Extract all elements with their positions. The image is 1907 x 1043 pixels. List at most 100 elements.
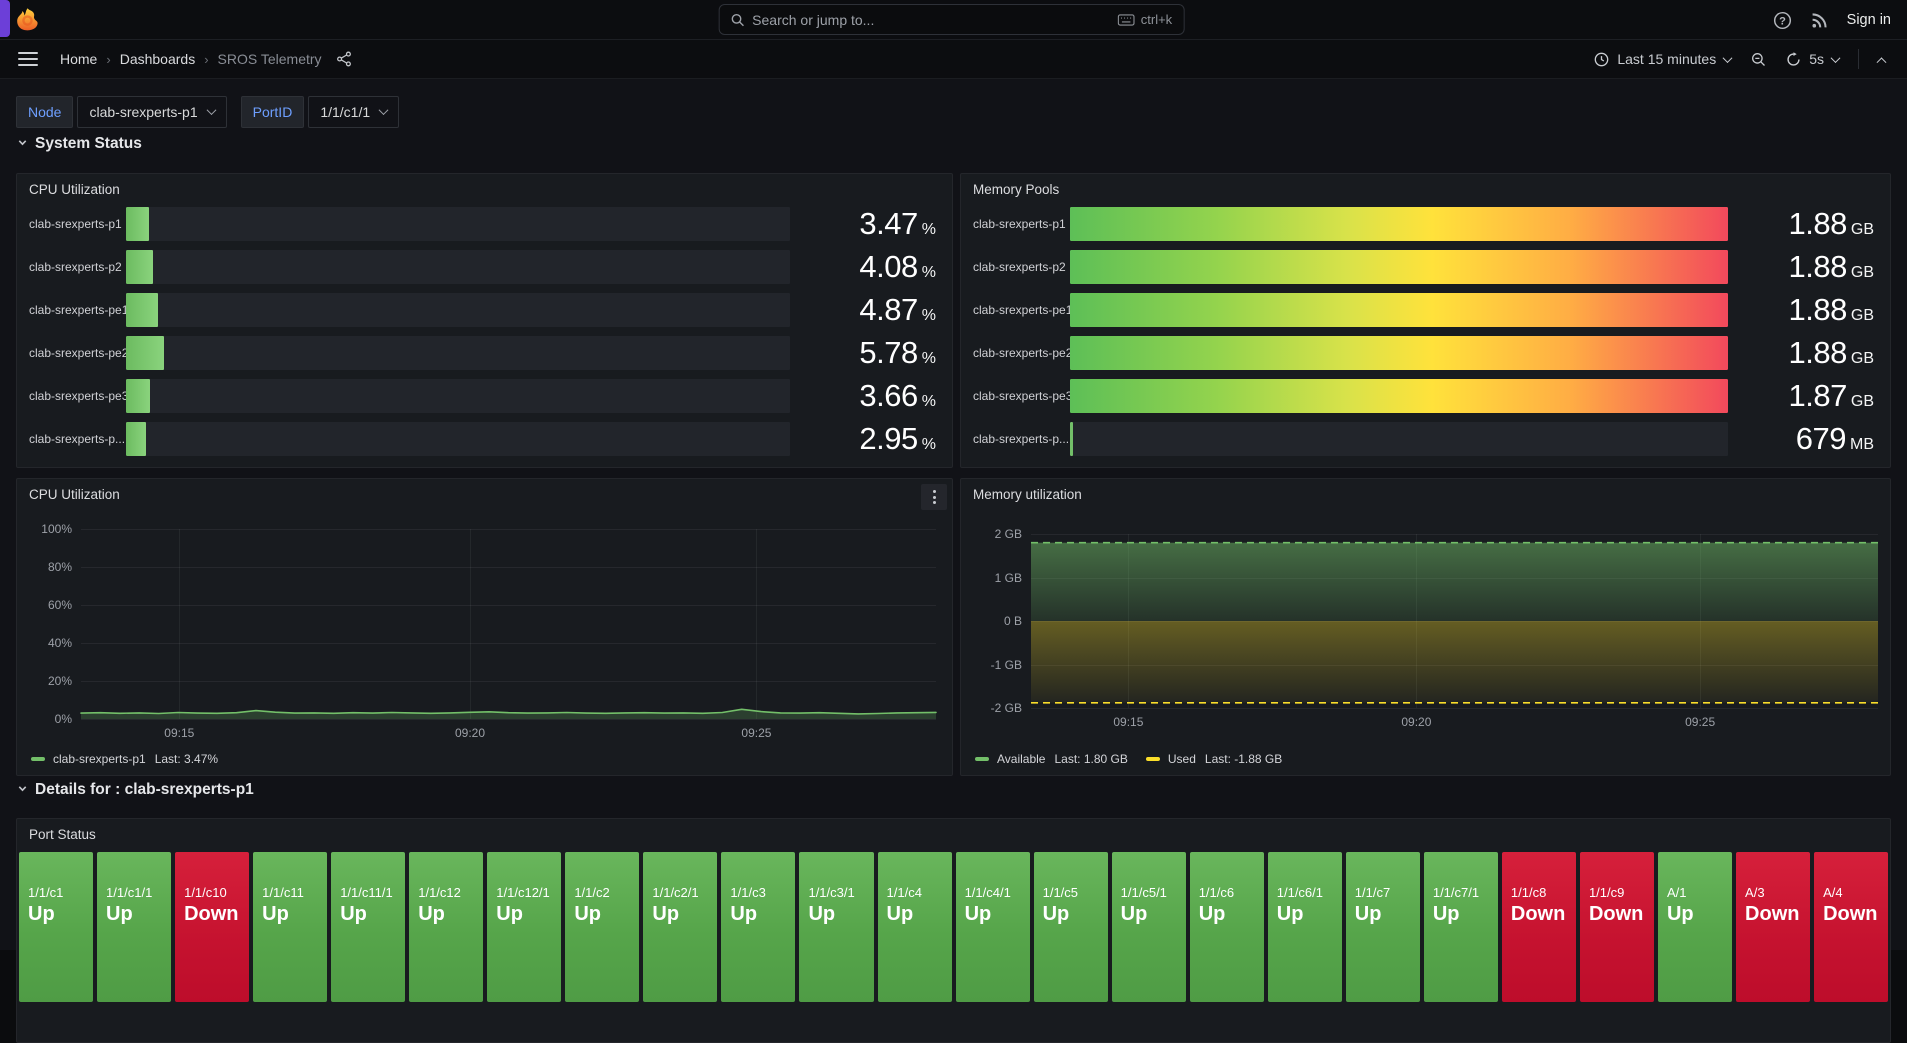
used-series-area (1031, 621, 1878, 703)
port-name: 1/1/c6 (1199, 885, 1258, 900)
gauge-track (1070, 379, 1728, 413)
search-shortcut: ctrl+k (1118, 12, 1172, 27)
refresh-interval-picker[interactable]: 5s (1807, 45, 1848, 73)
port-tile-1-1-c1: 1/1/c1Up (19, 852, 93, 1002)
legend-series-name: Available (997, 752, 1045, 766)
panel-cpu-utilization-timeseries: CPU Utilization 100%80%60%40%20%0%09:150… (16, 478, 953, 776)
port-state: Up (808, 903, 867, 926)
gauge-row: clab-srexperts-p...679MB (973, 422, 1874, 456)
port-name: 1/1/c7 (1355, 885, 1414, 900)
grafana-logo-icon[interactable] (15, 7, 40, 32)
memory-plot-area[interactable]: 2 GB1 GB0 B-1 GB-2 GB09:1509:2009:25 (1031, 534, 1878, 708)
keyboard-icon (1118, 14, 1135, 26)
menu-toggle-icon[interactable] (18, 52, 38, 66)
refresh-button[interactable] (1777, 46, 1805, 73)
skip-link-accent (0, 0, 10, 37)
gauge-value: 3.47% (790, 206, 936, 242)
port-name: 1/1/c5 (1043, 885, 1102, 900)
gauge-value: 1.88GB (1728, 206, 1874, 242)
port-tile-1-1-c5-1: 1/1/c5/1Up (1112, 852, 1186, 1002)
port-name: 1/1/c11 (262, 885, 321, 900)
variable-value-dropdown[interactable]: clab-srexperts-p1 (77, 96, 226, 128)
port-state: Up (965, 903, 1024, 926)
port-name: 1/1/c12/1 (496, 885, 555, 900)
section-system-status[interactable]: System Status (17, 135, 142, 153)
refresh-interval-label: 5s (1809, 51, 1824, 67)
help-icon[interactable]: ? (1773, 11, 1792, 30)
port-name: 1/1/c1/1 (106, 885, 165, 900)
gauge-row: clab-srexperts-pe25.78% (29, 336, 936, 370)
variable-value-dropdown[interactable]: 1/1/c1/1 (308, 96, 399, 128)
panel-title[interactable]: CPU Utilization (29, 182, 120, 197)
breadcrumb-item-dashboards[interactable]: Dashboards (120, 51, 196, 67)
x-axis-tick-label: 09:20 (1401, 715, 1431, 729)
panel-title[interactable]: Memory utilization (973, 487, 1082, 502)
y-axis-tick-label: -1 GB (991, 658, 1022, 672)
zoom-out-button[interactable] (1742, 46, 1775, 73)
gauge-value-number: 1.88 (1789, 206, 1847, 242)
port-tile-1-1-c5: 1/1/c5Up (1034, 852, 1108, 1002)
panel-title[interactable]: Memory Pools (973, 182, 1059, 197)
gauge-value-number: 679 (1796, 421, 1846, 457)
panel-title[interactable]: CPU Utilization (29, 487, 120, 502)
navbar: Home›Dashboards›SROS Telemetry Last 15 m… (0, 40, 1907, 79)
gauge-value-unit: % (922, 350, 936, 368)
port-state: Up (496, 903, 555, 926)
port-state: Up (1199, 903, 1258, 926)
gauge-bar (126, 422, 146, 456)
cpu-plot-area[interactable]: 100%80%60%40%20%0%09:1509:2009:25 (81, 529, 936, 719)
panel-menu-icon[interactable] (921, 484, 947, 510)
port-name: 1/1/c10 (184, 885, 243, 900)
time-range-picker[interactable]: Last 15 minutes (1585, 45, 1740, 73)
topbar: Search or jump to... ctrl+k ? Sign i (0, 0, 1907, 40)
share-dashboard-icon[interactable] (336, 51, 352, 67)
search-input[interactable]: Search or jump to... ctrl+k (718, 4, 1184, 35)
chevron-down-icon (17, 135, 28, 153)
collapse-controls-button[interactable] (1869, 50, 1894, 69)
chevron-down-icon (17, 781, 28, 799)
y-axis-tick-label: 100% (41, 522, 72, 536)
port-state: Up (574, 903, 633, 926)
gauge-track (126, 207, 790, 241)
gauge-row: clab-srexperts-p24.08% (29, 250, 936, 284)
port-name: 1/1/c7/1 (1433, 885, 1492, 900)
section-details[interactable]: Details for : clab-srexperts-p1 (17, 781, 254, 799)
port-tile-1-1-c7-1: 1/1/c7/1Up (1424, 852, 1498, 1002)
search-placeholder: Search or jump to... (752, 12, 874, 28)
port-state: Up (1121, 903, 1180, 926)
port-state: Up (1355, 903, 1414, 926)
gauge-row-label: clab-srexperts-pe3 (973, 389, 1070, 403)
news-rss-icon[interactable] (1811, 12, 1828, 29)
sign-in-button[interactable]: Sign in (1847, 12, 1891, 28)
breadcrumb-item-home[interactable]: Home (60, 51, 97, 67)
legend-series-name: clab-srexperts-p1 (53, 752, 146, 766)
legend-item[interactable]: AvailableLast: 1.80 GB (975, 752, 1128, 766)
gauge-row-label: clab-srexperts-p2 (973, 260, 1070, 274)
gauge-value-number: 4.87 (859, 292, 917, 328)
gauge-value-unit: % (922, 307, 936, 325)
variable-label: PortID (241, 96, 305, 128)
gauge-bar (126, 207, 149, 241)
gauge-track (126, 422, 790, 456)
gridline (81, 719, 936, 720)
gauge-value-unit: % (922, 393, 936, 411)
port-state: Up (262, 903, 321, 926)
legend-item[interactable]: clab-srexperts-p1Last: 3.47% (31, 752, 218, 766)
gauge-value-unit: % (922, 264, 936, 282)
port-name: A/3 (1745, 885, 1804, 900)
gauge-value: 1.88GB (1728, 335, 1874, 371)
panel-title[interactable]: Port Status (29, 827, 96, 842)
gauge-row-label: clab-srexperts-pe3 (29, 389, 126, 403)
gauge-row-label: clab-srexperts-pe1 (973, 303, 1070, 317)
legend-swatch (975, 757, 989, 761)
port-name: A/1 (1667, 885, 1726, 900)
legend-item[interactable]: UsedLast: -1.88 GB (1146, 752, 1282, 766)
gauge-track (126, 336, 790, 370)
port-tile-1-1-c10: 1/1/c10Down (175, 852, 249, 1002)
breadcrumb-item-sros-telemetry: SROS Telemetry (218, 51, 322, 67)
port-name: 1/1/c2/1 (652, 885, 711, 900)
port-name: 1/1/c6/1 (1277, 885, 1336, 900)
gauge-value-number: 1.88 (1789, 335, 1847, 371)
gauge-row: clab-srexperts-pe11.88GB (973, 293, 1874, 327)
variable-value: clab-srexperts-p1 (89, 104, 197, 120)
